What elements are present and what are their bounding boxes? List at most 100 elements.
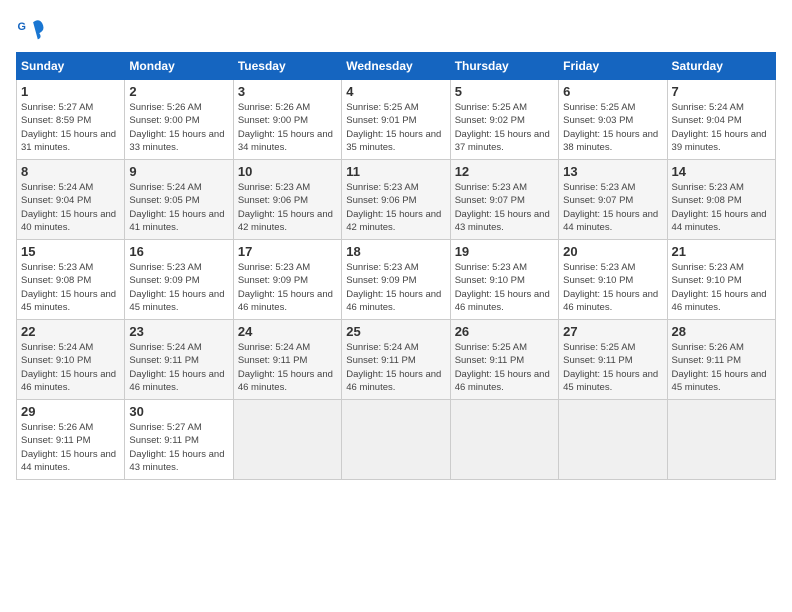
- day-info: Sunrise: 5:27 AM Sunset: 9:11 PM Dayligh…: [129, 421, 228, 474]
- day-number: 5: [455, 84, 554, 99]
- calendar-cell: 6 Sunrise: 5:25 AM Sunset: 9:03 PM Dayli…: [559, 80, 667, 160]
- calendar-cell: [559, 400, 667, 480]
- day-number: 3: [238, 84, 337, 99]
- header-thursday: Thursday: [450, 53, 558, 80]
- day-info: Sunrise: 5:23 AM Sunset: 9:06 PM Dayligh…: [238, 181, 337, 234]
- day-info: Sunrise: 5:23 AM Sunset: 9:06 PM Dayligh…: [346, 181, 445, 234]
- day-number: 21: [672, 244, 771, 259]
- day-info: Sunrise: 5:23 AM Sunset: 9:09 PM Dayligh…: [238, 261, 337, 314]
- header-friday: Friday: [559, 53, 667, 80]
- header-tuesday: Tuesday: [233, 53, 341, 80]
- calendar-cell: 3 Sunrise: 5:26 AM Sunset: 9:00 PM Dayli…: [233, 80, 341, 160]
- day-info: Sunrise: 5:26 AM Sunset: 9:00 PM Dayligh…: [238, 101, 337, 154]
- calendar-cell: 15 Sunrise: 5:23 AM Sunset: 9:08 PM Dayl…: [17, 240, 125, 320]
- calendar-cell: 23 Sunrise: 5:24 AM Sunset: 9:11 PM Dayl…: [125, 320, 233, 400]
- day-info: Sunrise: 5:25 AM Sunset: 9:11 PM Dayligh…: [563, 341, 662, 394]
- day-number: 6: [563, 84, 662, 99]
- day-number: 20: [563, 244, 662, 259]
- calendar-cell: 8 Sunrise: 5:24 AM Sunset: 9:04 PM Dayli…: [17, 160, 125, 240]
- calendar-week-row: 22 Sunrise: 5:24 AM Sunset: 9:10 PM Dayl…: [17, 320, 776, 400]
- calendar-cell: [450, 400, 558, 480]
- day-number: 9: [129, 164, 228, 179]
- calendar-cell: 12 Sunrise: 5:23 AM Sunset: 9:07 PM Dayl…: [450, 160, 558, 240]
- day-info: Sunrise: 5:27 AM Sunset: 8:59 PM Dayligh…: [21, 101, 120, 154]
- day-info: Sunrise: 5:23 AM Sunset: 9:08 PM Dayligh…: [21, 261, 120, 314]
- day-info: Sunrise: 5:24 AM Sunset: 9:11 PM Dayligh…: [346, 341, 445, 394]
- day-info: Sunrise: 5:24 AM Sunset: 9:04 PM Dayligh…: [21, 181, 120, 234]
- calendar-cell: 1 Sunrise: 5:27 AM Sunset: 8:59 PM Dayli…: [17, 80, 125, 160]
- header-sunday: Sunday: [17, 53, 125, 80]
- day-number: 23: [129, 324, 228, 339]
- calendar-cell: 25 Sunrise: 5:24 AM Sunset: 9:11 PM Dayl…: [342, 320, 450, 400]
- day-number: 12: [455, 164, 554, 179]
- calendar-cell: 10 Sunrise: 5:23 AM Sunset: 9:06 PM Dayl…: [233, 160, 341, 240]
- day-info: Sunrise: 5:24 AM Sunset: 9:05 PM Dayligh…: [129, 181, 228, 234]
- day-info: Sunrise: 5:26 AM Sunset: 9:00 PM Dayligh…: [129, 101, 228, 154]
- calendar-cell: 21 Sunrise: 5:23 AM Sunset: 9:10 PM Dayl…: [667, 240, 775, 320]
- day-number: 18: [346, 244, 445, 259]
- day-info: Sunrise: 5:23 AM Sunset: 9:10 PM Dayligh…: [672, 261, 771, 314]
- day-info: Sunrise: 5:23 AM Sunset: 9:08 PM Dayligh…: [672, 181, 771, 234]
- day-number: 13: [563, 164, 662, 179]
- day-number: 17: [238, 244, 337, 259]
- calendar-cell: 4 Sunrise: 5:25 AM Sunset: 9:01 PM Dayli…: [342, 80, 450, 160]
- day-number: 22: [21, 324, 120, 339]
- day-number: 29: [21, 404, 120, 419]
- calendar-week-row: 15 Sunrise: 5:23 AM Sunset: 9:08 PM Dayl…: [17, 240, 776, 320]
- calendar-cell: 16 Sunrise: 5:23 AM Sunset: 9:09 PM Dayl…: [125, 240, 233, 320]
- day-info: Sunrise: 5:25 AM Sunset: 9:01 PM Dayligh…: [346, 101, 445, 154]
- day-number: 24: [238, 324, 337, 339]
- header-wednesday: Wednesday: [342, 53, 450, 80]
- calendar-cell: 19 Sunrise: 5:23 AM Sunset: 9:10 PM Dayl…: [450, 240, 558, 320]
- calendar-cell: 13 Sunrise: 5:23 AM Sunset: 9:07 PM Dayl…: [559, 160, 667, 240]
- calendar-week-row: 29 Sunrise: 5:26 AM Sunset: 9:11 PM Dayl…: [17, 400, 776, 480]
- day-info: Sunrise: 5:23 AM Sunset: 9:07 PM Dayligh…: [563, 181, 662, 234]
- day-info: Sunrise: 5:24 AM Sunset: 9:04 PM Dayligh…: [672, 101, 771, 154]
- calendar-cell: 29 Sunrise: 5:26 AM Sunset: 9:11 PM Dayl…: [17, 400, 125, 480]
- day-info: Sunrise: 5:24 AM Sunset: 9:11 PM Dayligh…: [238, 341, 337, 394]
- calendar-cell: [342, 400, 450, 480]
- header-saturday: Saturday: [667, 53, 775, 80]
- calendar-cell: 2 Sunrise: 5:26 AM Sunset: 9:00 PM Dayli…: [125, 80, 233, 160]
- day-info: Sunrise: 5:23 AM Sunset: 9:10 PM Dayligh…: [455, 261, 554, 314]
- day-info: Sunrise: 5:23 AM Sunset: 9:10 PM Dayligh…: [563, 261, 662, 314]
- calendar-cell: 28 Sunrise: 5:26 AM Sunset: 9:11 PM Dayl…: [667, 320, 775, 400]
- day-number: 28: [672, 324, 771, 339]
- calendar-week-row: 1 Sunrise: 5:27 AM Sunset: 8:59 PM Dayli…: [17, 80, 776, 160]
- day-number: 7: [672, 84, 771, 99]
- calendar-header-row: SundayMondayTuesdayWednesdayThursdayFrid…: [17, 53, 776, 80]
- day-info: Sunrise: 5:24 AM Sunset: 9:10 PM Dayligh…: [21, 341, 120, 394]
- day-number: 8: [21, 164, 120, 179]
- calendar-cell: 20 Sunrise: 5:23 AM Sunset: 9:10 PM Dayl…: [559, 240, 667, 320]
- calendar-cell: 11 Sunrise: 5:23 AM Sunset: 9:06 PM Dayl…: [342, 160, 450, 240]
- calendar-cell: 27 Sunrise: 5:25 AM Sunset: 9:11 PM Dayl…: [559, 320, 667, 400]
- day-number: 4: [346, 84, 445, 99]
- logo: G: [16, 16, 48, 44]
- day-info: Sunrise: 5:26 AM Sunset: 9:11 PM Dayligh…: [21, 421, 120, 474]
- day-number: 26: [455, 324, 554, 339]
- header-monday: Monday: [125, 53, 233, 80]
- calendar-cell: 26 Sunrise: 5:25 AM Sunset: 9:11 PM Dayl…: [450, 320, 558, 400]
- day-number: 30: [129, 404, 228, 419]
- calendar-cell: 5 Sunrise: 5:25 AM Sunset: 9:02 PM Dayli…: [450, 80, 558, 160]
- day-number: 14: [672, 164, 771, 179]
- day-number: 25: [346, 324, 445, 339]
- day-info: Sunrise: 5:25 AM Sunset: 9:02 PM Dayligh…: [455, 101, 554, 154]
- calendar-cell: 24 Sunrise: 5:24 AM Sunset: 9:11 PM Dayl…: [233, 320, 341, 400]
- day-info: Sunrise: 5:23 AM Sunset: 9:09 PM Dayligh…: [129, 261, 228, 314]
- day-info: Sunrise: 5:25 AM Sunset: 9:11 PM Dayligh…: [455, 341, 554, 394]
- calendar-cell: [667, 400, 775, 480]
- logo-icon: G: [16, 16, 44, 44]
- day-number: 1: [21, 84, 120, 99]
- calendar-cell: 30 Sunrise: 5:27 AM Sunset: 9:11 PM Dayl…: [125, 400, 233, 480]
- calendar-cell: 7 Sunrise: 5:24 AM Sunset: 9:04 PM Dayli…: [667, 80, 775, 160]
- calendar-cell: 14 Sunrise: 5:23 AM Sunset: 9:08 PM Dayl…: [667, 160, 775, 240]
- calendar-cell: 22 Sunrise: 5:24 AM Sunset: 9:10 PM Dayl…: [17, 320, 125, 400]
- calendar-week-row: 8 Sunrise: 5:24 AM Sunset: 9:04 PM Dayli…: [17, 160, 776, 240]
- calendar-table: SundayMondayTuesdayWednesdayThursdayFrid…: [16, 52, 776, 480]
- day-number: 10: [238, 164, 337, 179]
- day-number: 16: [129, 244, 228, 259]
- day-number: 19: [455, 244, 554, 259]
- day-info: Sunrise: 5:23 AM Sunset: 9:07 PM Dayligh…: [455, 181, 554, 234]
- day-info: Sunrise: 5:24 AM Sunset: 9:11 PM Dayligh…: [129, 341, 228, 394]
